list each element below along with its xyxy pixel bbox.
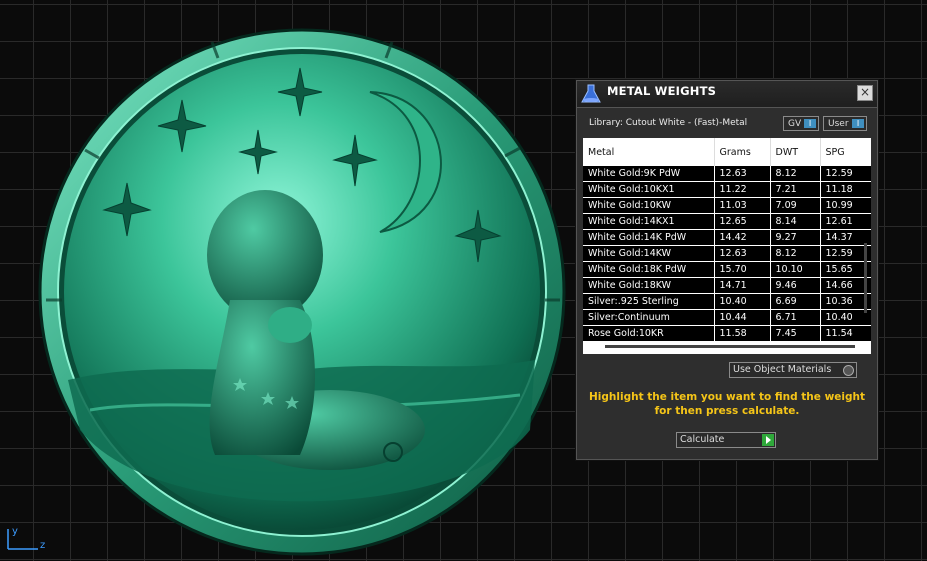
cell-spg: 10.99 xyxy=(820,197,871,214)
use-object-materials-label: Use Object Materials xyxy=(733,364,832,375)
cell-metal: White Gold:14K PdW xyxy=(583,229,715,246)
cell-spg: 11.54 xyxy=(820,325,871,342)
axis-z-label: z xyxy=(40,540,46,551)
cell-dwt: 9.27 xyxy=(770,229,821,246)
table-row[interactable]: White Gold:10KX1 11.22 7.21 11.18 xyxy=(583,181,871,198)
table-row[interactable]: White Gold:9K PdW 12.63 8.12 12.59 xyxy=(583,166,871,182)
cell-grams: 10.44 xyxy=(714,309,771,326)
cell-metal: Silver:Continuum xyxy=(583,309,715,326)
table-row[interactable]: Rose Gold:10KR 11.58 7.45 11.54 xyxy=(583,325,871,342)
table-row[interactable]: White Gold:14KX1 12.65 8.14 12.61 xyxy=(583,213,871,230)
cell-dwt: 8.12 xyxy=(770,166,821,182)
table-row[interactable]: White Gold:18KW 14.71 9.46 14.66 xyxy=(583,277,871,294)
cell-metal: White Gold:18KW xyxy=(583,277,715,294)
column-header-grams[interactable]: Grams xyxy=(714,138,771,166)
cell-grams: 11.03 xyxy=(714,197,771,214)
table-vertical-scrollbar[interactable] xyxy=(864,243,867,313)
cell-grams: 11.22 xyxy=(714,181,771,198)
cell-grams: 12.65 xyxy=(714,213,771,230)
use-object-materials-toggle[interactable]: Use Object Materials xyxy=(729,362,857,378)
flask-icon xyxy=(581,84,601,103)
column-header-spg[interactable]: SPG xyxy=(820,138,871,166)
gv-toggle[interactable]: GV I xyxy=(783,116,819,131)
user-label: User xyxy=(828,119,849,129)
table-horizontal-scrollbar[interactable] xyxy=(605,345,855,348)
axis-y-label: y xyxy=(12,526,18,537)
column-header-metal[interactable]: Metal xyxy=(583,138,715,166)
library-label: Library: Cutout White - (Fast)-Metal xyxy=(589,118,748,128)
table-row[interactable]: White Gold:14KW 12.63 8.12 12.59 xyxy=(583,245,871,262)
table-row[interactable]: White Gold:18K PdW 15.70 10.10 15.65 xyxy=(583,261,871,278)
play-icon xyxy=(762,434,774,446)
cell-dwt: 7.45 xyxy=(770,325,821,342)
cell-metal: White Gold:10KW xyxy=(583,197,715,214)
cell-metal: White Gold:14KW xyxy=(583,245,715,262)
radio-icon xyxy=(843,365,854,376)
cell-dwt: 9.46 xyxy=(770,277,821,294)
close-button[interactable]: × xyxy=(857,85,873,101)
cell-dwt: 10.10 xyxy=(770,261,821,278)
instruction-text: Highlight the item you want to find the … xyxy=(589,391,865,417)
cell-metal: White Gold:14KX1 xyxy=(583,213,715,230)
cell-dwt: 8.12 xyxy=(770,245,821,262)
cell-spg: 11.18 xyxy=(820,181,871,198)
cell-grams: 10.40 xyxy=(714,293,771,310)
cell-grams: 12.63 xyxy=(714,166,771,182)
gv-toggle-knob: I xyxy=(804,119,816,128)
calculate-button[interactable]: Calculate xyxy=(676,432,776,448)
panel-titlebar[interactable]: METAL WEIGHTS × xyxy=(577,81,877,108)
cell-spg: 12.59 xyxy=(820,166,871,182)
calculate-label: Calculate xyxy=(680,434,725,445)
cell-grams: 11.58 xyxy=(714,325,771,342)
cell-spg: 12.61 xyxy=(820,213,871,230)
cell-grams: 14.42 xyxy=(714,229,771,246)
cell-grams: 12.63 xyxy=(714,245,771,262)
gv-label: GV xyxy=(788,119,802,129)
cell-metal: White Gold:9K PdW xyxy=(583,166,715,182)
table-header-row: Metal Grams DWT SPG xyxy=(583,138,871,166)
user-toggle[interactable]: User I xyxy=(823,116,867,131)
table-row[interactable]: White Gold:10KW 11.03 7.09 10.99 xyxy=(583,197,871,214)
cell-metal: White Gold:18K PdW xyxy=(583,261,715,278)
cell-dwt: 6.71 xyxy=(770,309,821,326)
table-row[interactable]: White Gold:14K PdW 14.42 9.27 14.37 xyxy=(583,229,871,246)
cell-grams: 14.71 xyxy=(714,277,771,294)
axis-icon xyxy=(7,529,38,550)
table-row[interactable]: Silver:Continuum 10.44 6.71 10.40 xyxy=(583,309,871,326)
cell-dwt: 7.09 xyxy=(770,197,821,214)
user-toggle-knob: I xyxy=(852,119,864,128)
metal-table[interactable]: Metal Grams DWT SPG White Gold:9K PdW 12.… xyxy=(583,138,871,354)
panel-title: METAL WEIGHTS xyxy=(607,84,717,98)
cell-dwt: 6.69 xyxy=(770,293,821,310)
metal-weights-panel: METAL WEIGHTS × Library: Cutout White - … xyxy=(576,80,878,460)
table-row[interactable]: Silver:.925 Sterling 10.40 6.69 10.36 xyxy=(583,293,871,310)
cell-metal: White Gold:10KX1 xyxy=(583,181,715,198)
cell-dwt: 8.14 xyxy=(770,213,821,230)
cell-grams: 15.70 xyxy=(714,261,771,278)
column-header-dwt[interactable]: DWT xyxy=(770,138,821,166)
cell-dwt: 7.21 xyxy=(770,181,821,198)
cell-metal: Silver:.925 Sterling xyxy=(583,293,715,310)
cell-metal: Rose Gold:10KR xyxy=(583,325,715,342)
